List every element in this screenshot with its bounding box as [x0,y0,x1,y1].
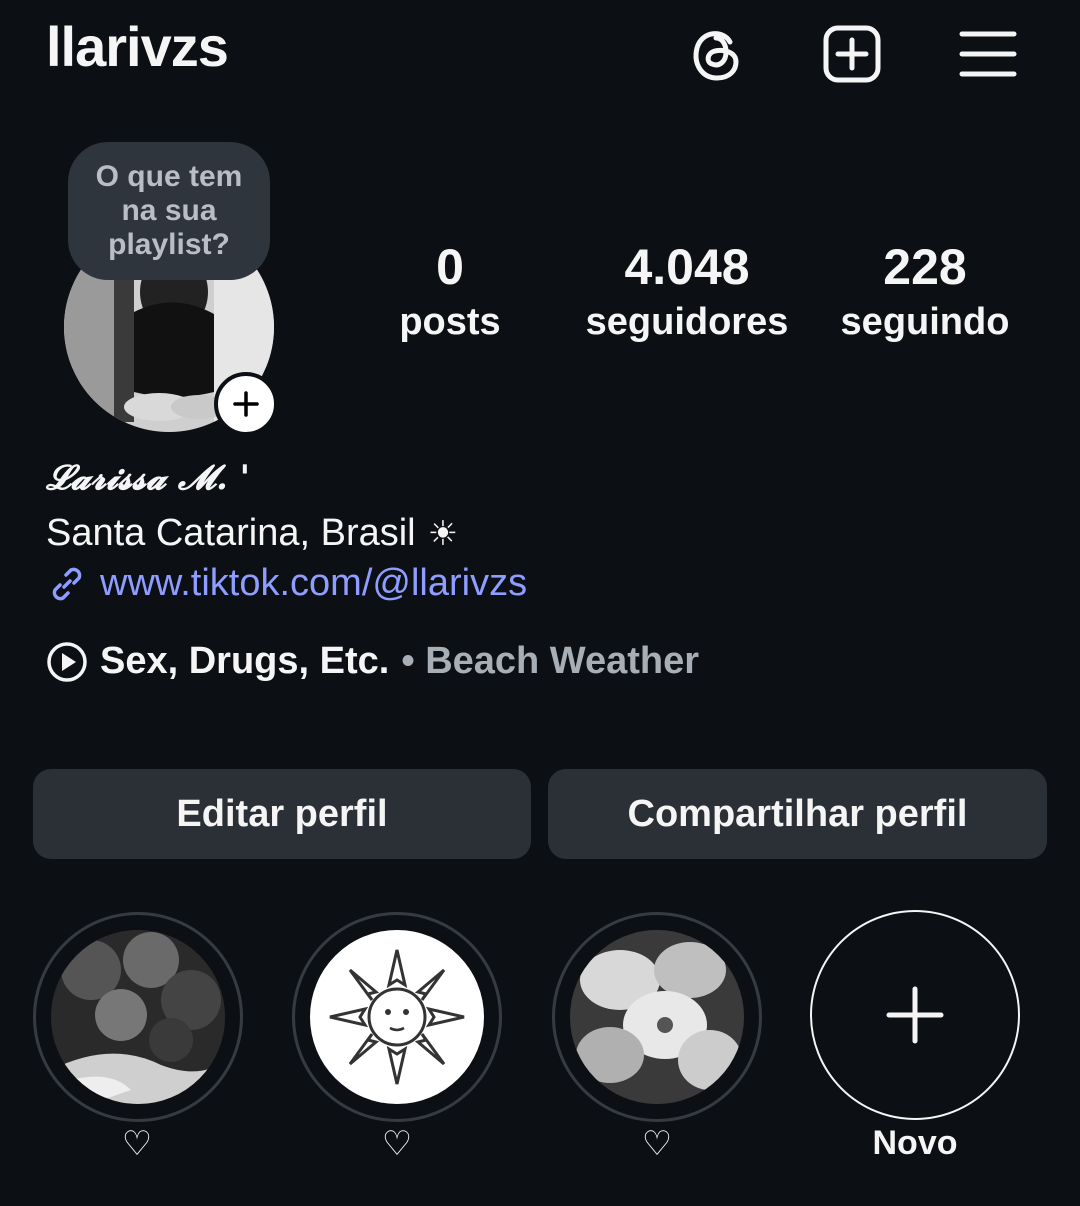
highlight-1[interactable] [33,912,243,1122]
new-highlight-button[interactable] [810,910,1020,1120]
highlight-1-image [51,930,225,1104]
play-icon [47,641,87,682]
sun-emoji: ☀ [427,514,459,553]
stat-posts-value: 0 [436,239,464,295]
stat-following[interactable]: 228 seguindo [810,238,1040,348]
highlight-3-image [570,930,744,1104]
threads-icon[interactable] [680,18,752,90]
bio-link[interactable]: www.tiktok.com/@llarivzs [46,562,527,605]
stat-posts[interactable]: 0 posts [335,238,565,348]
stat-following-label: seguindo [840,301,1010,343]
create-post-icon[interactable] [816,18,888,90]
highlight-1-label: ♡ [121,1125,153,1163]
edit-profile-button[interactable]: Editar perfil [33,769,531,859]
share-profile-button[interactable]: Compartilhar perfil [548,769,1047,859]
menu-icon[interactable] [952,18,1024,90]
plus-icon [233,391,259,417]
highlight-3[interactable] [552,912,762,1122]
plus-icon [886,986,944,1044]
music-artist: • Beach Weather [401,640,700,682]
highlight-2[interactable] [292,912,502,1122]
profile-username[interactable]: llarivzs [46,14,229,79]
display-name: 𝓛𝓪𝓻𝓲𝓼𝓼𝓪 𝓜. ' [46,458,251,498]
link-icon [52,567,82,600]
stat-followers-value: 4.048 [624,239,750,295]
highlight-3-label: ♡ [641,1125,673,1163]
stat-followers-label: seguidores [585,301,789,343]
new-highlight-label: Novo [872,1124,958,1162]
link-text[interactable]: www.tiktok.com/@llarivzs [100,562,527,605]
location-text: Santa Catarina, Brasil [46,512,416,554]
highlight-2-label: ♡ [381,1125,413,1163]
profile-music[interactable]: Sex, Drugs, Etc. • Beach Weather [46,640,699,683]
bio-location: Santa Catarina, Brasil ☀ [46,512,458,555]
music-title: Sex, Drugs, Etc. [100,640,390,682]
note-bubble[interactable]: O que tem na sua playlist? [68,142,270,280]
stat-followers[interactable]: 4.048 seguidores [572,238,802,348]
stat-posts-label: posts [399,301,501,343]
stat-following-value: 228 [883,239,967,295]
add-story-button[interactable] [214,372,278,436]
highlight-2-image [310,930,484,1104]
